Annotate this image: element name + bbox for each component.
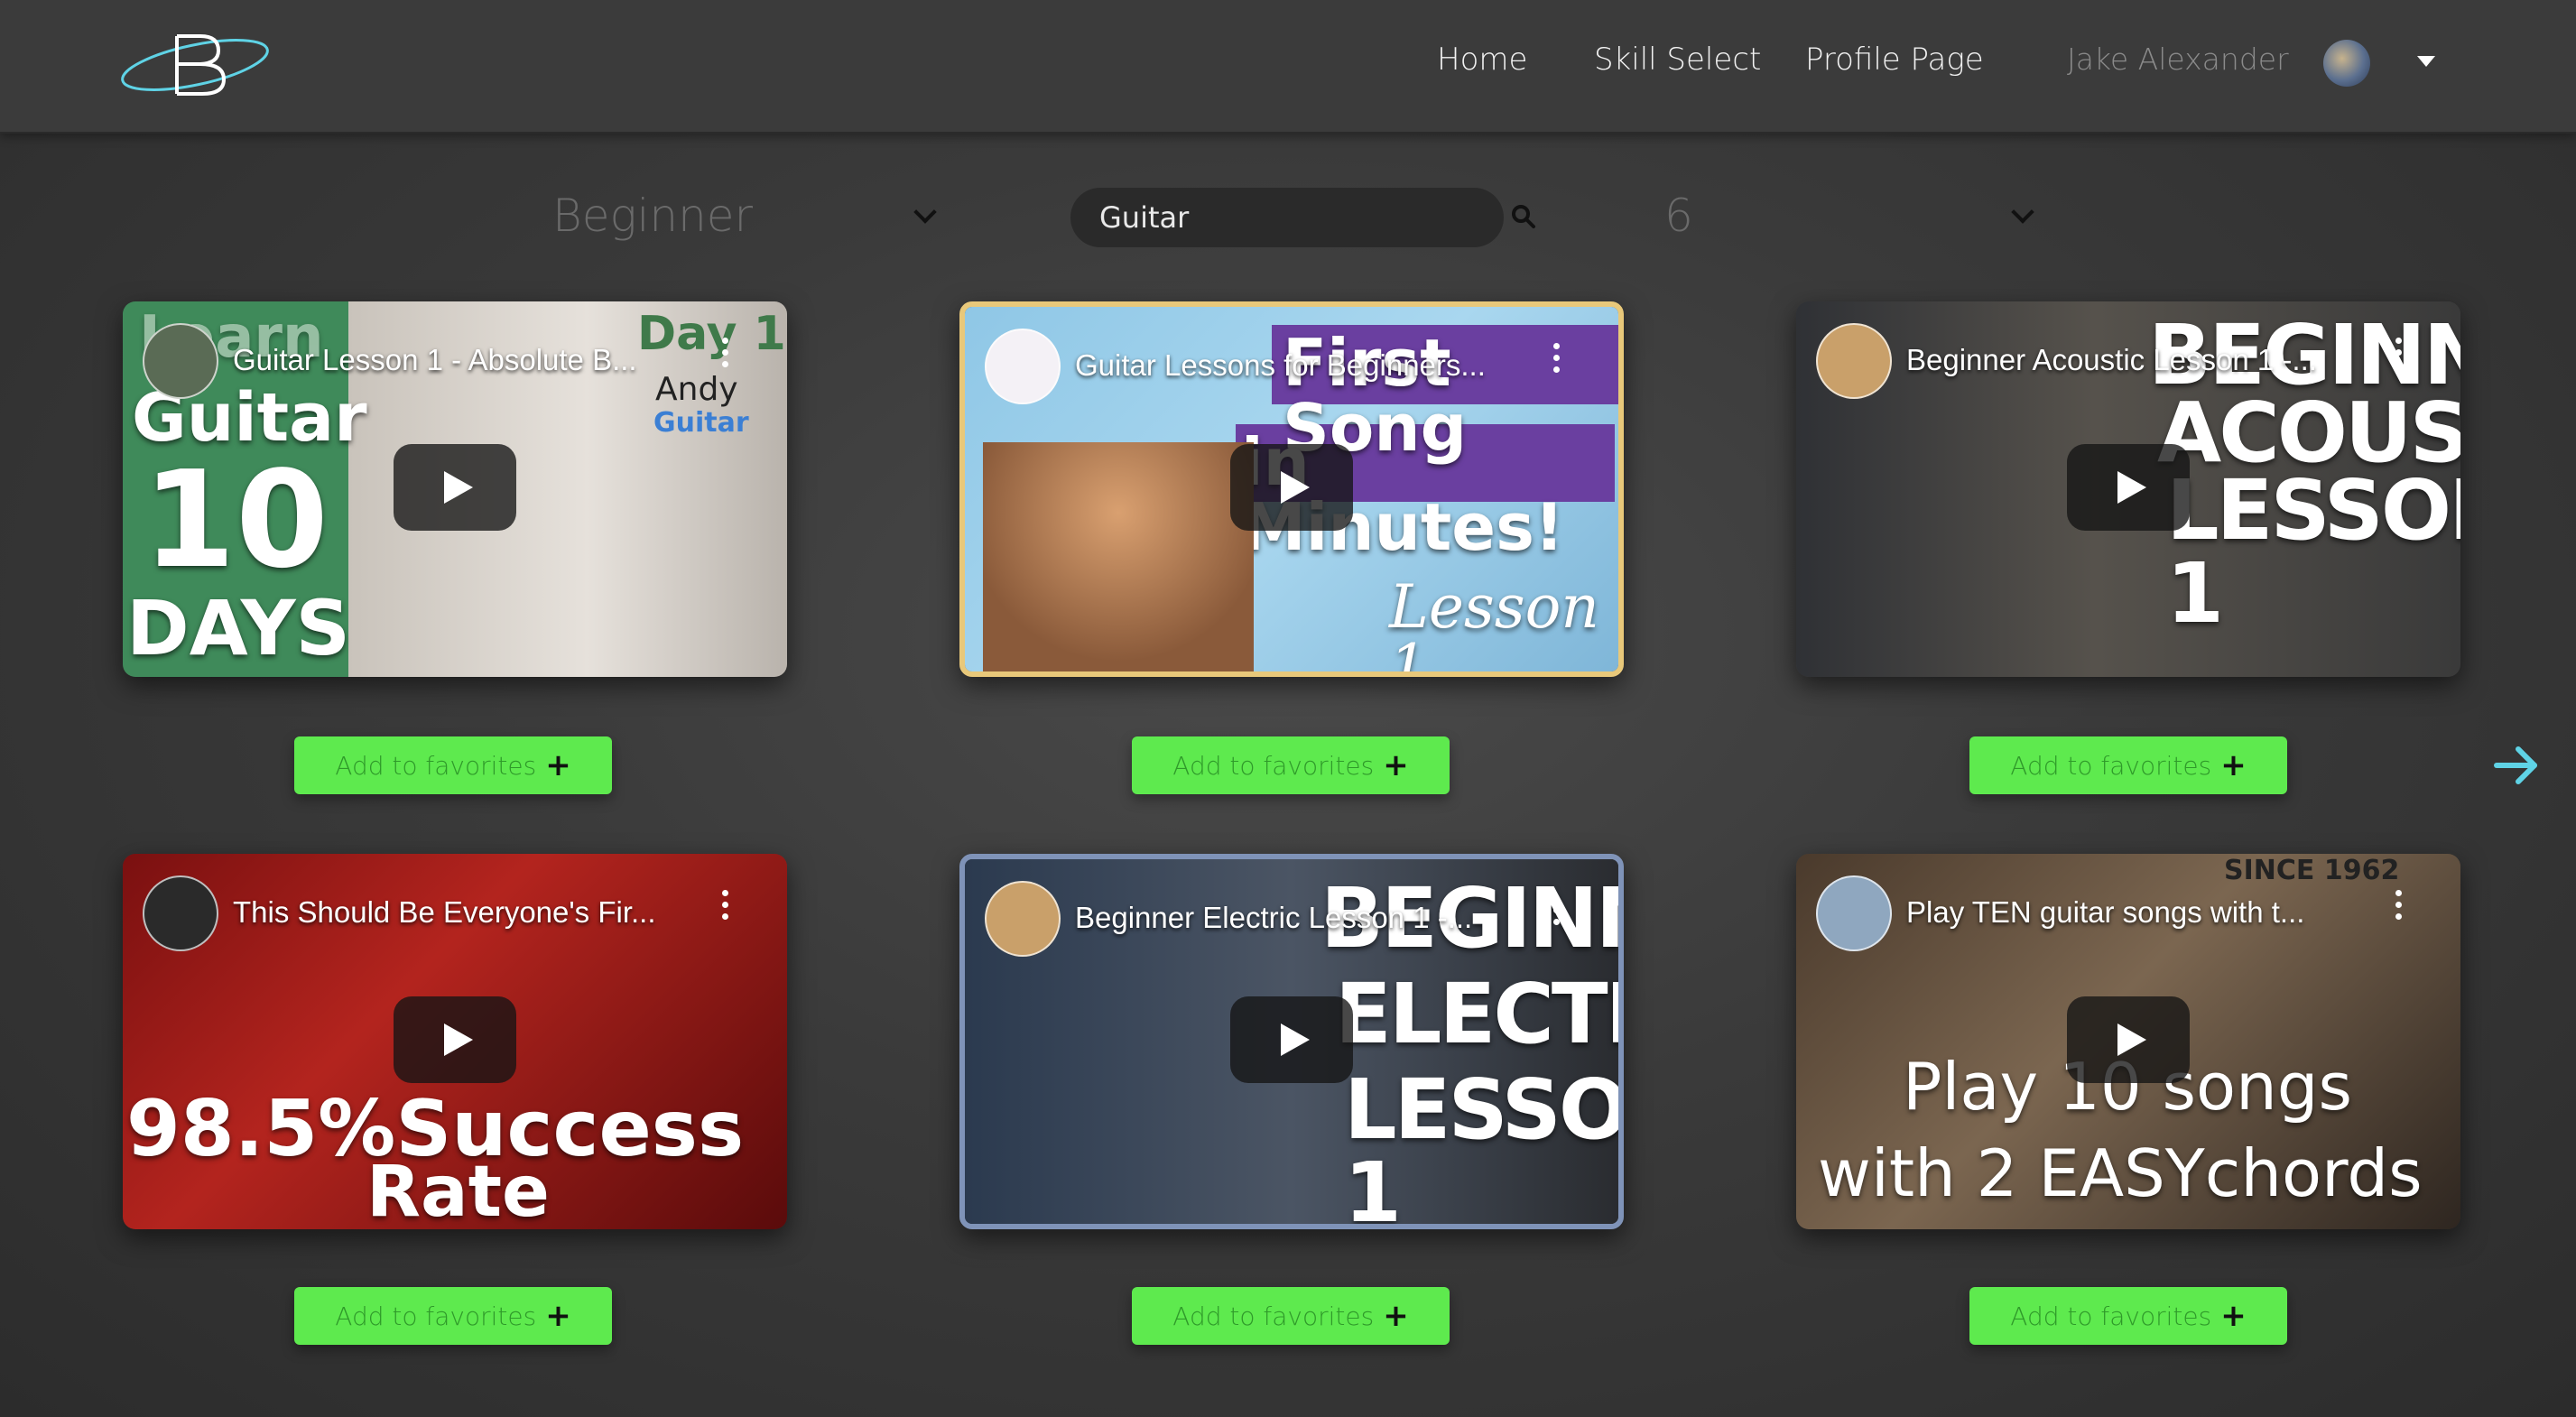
skill-level-select[interactable]: Beginner (552, 190, 753, 242)
add-to-favorites-button[interactable]: Add to favorites + (1969, 1287, 2287, 1345)
video-title[interactable]: This Should Be Everyone's Fir... (233, 895, 656, 930)
channel-avatar[interactable] (985, 329, 1061, 404)
video-title[interactable]: Guitar Lesson 1 - Absolute B... (233, 343, 637, 377)
thumb-text: Day 1 (637, 307, 786, 361)
chevron-down-icon[interactable] (913, 200, 937, 224)
add-to-favorites-button[interactable]: Add to favorites + (294, 736, 612, 794)
play-icon[interactable] (1230, 996, 1353, 1083)
channel-avatar[interactable] (143, 875, 218, 951)
nav-home-link[interactable]: Home (1437, 42, 1527, 78)
video-card[interactable]: Learn Guitar 10 DAYS Day 1 Andy Guitar G… (123, 301, 787, 677)
video-title[interactable]: Beginner Electric Lesson 1 -... (1075, 901, 1472, 935)
channel-avatar[interactable] (1816, 875, 1892, 951)
button-label: Add to favorites (1172, 1301, 1375, 1331)
chevron-down-icon[interactable] (2011, 200, 2034, 224)
channel-avatar[interactable] (1816, 323, 1892, 399)
more-vert-icon[interactable] (722, 338, 731, 373)
play-icon[interactable] (1230, 444, 1353, 531)
more-vert-icon[interactable] (722, 890, 731, 925)
play-icon[interactable] (394, 444, 516, 531)
video-card[interactable]: 98.5%Success Rate This Should Be Everyon… (123, 854, 787, 1229)
more-vert-icon[interactable] (2395, 890, 2405, 925)
plus-icon: + (2220, 1298, 2247, 1334)
button-label: Add to favorites (2010, 1301, 2212, 1331)
video-card[interactable]: SINCE 1962 Play 10 songs with 2 EASYchor… (1796, 854, 2460, 1229)
search-input[interactable] (1070, 188, 1504, 247)
thumb-text: SINCE 1962 (2224, 855, 2400, 886)
thumb-text: Rate (366, 1152, 550, 1229)
more-vert-icon[interactable] (1553, 895, 1562, 931)
thumb-text: Andy (655, 371, 738, 408)
nav-profile-page-link[interactable]: Profile Page (1805, 42, 1984, 78)
video-title[interactable]: Guitar Lessons for Beginners... (1075, 348, 1486, 383)
more-vert-icon[interactable] (2395, 338, 2405, 373)
video-card[interactable]: BEGINNER ACOUSTIC LESSON 1 Beginner Acou… (1796, 301, 2460, 677)
caret-down-icon[interactable] (2417, 56, 2435, 67)
thumb-text: Lesson 1 (1389, 572, 1599, 677)
thumb-text: 10 (143, 442, 329, 597)
channel-avatar[interactable] (985, 881, 1061, 957)
plus-icon: + (1383, 1298, 1409, 1334)
button-label: Add to favorites (335, 750, 537, 781)
more-vert-icon[interactable] (1553, 343, 1562, 378)
thumb-text: DAYS (126, 584, 351, 672)
button-label: Add to favorites (335, 1301, 537, 1331)
thumb-text: Guitar (653, 407, 749, 439)
button-label: Add to favorites (2010, 750, 2212, 781)
search-icon[interactable] (1511, 204, 1536, 229)
nav-skill-select-link[interactable]: Skill Select (1594, 42, 1761, 78)
add-to-favorites-button[interactable]: Add to favorites + (294, 1287, 612, 1345)
thumb-text: ELECTRIC (1335, 966, 1618, 1062)
plus-icon: + (545, 747, 571, 783)
username: Jake Alexander (2067, 42, 2289, 77)
arrow-right-icon[interactable] (2491, 740, 2542, 791)
thumb-text: LESSON 1 (2166, 462, 2460, 642)
thumb-text: LESSON 1 (1344, 1061, 1624, 1229)
video-title[interactable]: Play TEN guitar songs with t... (1906, 895, 2304, 930)
channel-avatar[interactable] (143, 323, 218, 399)
video-card[interactable]: First Song in Minutes! Lesson 1 Guitar L… (959, 301, 1624, 677)
play-icon[interactable] (394, 996, 516, 1083)
plus-icon: + (2220, 747, 2247, 783)
video-title[interactable]: Beginner Acoustic Lesson 1 -... (1906, 343, 2317, 377)
button-label: Add to favorites (1172, 750, 1375, 781)
logo-icon[interactable] (117, 25, 273, 103)
add-to-favorites-button[interactable]: Add to favorites + (1969, 736, 2287, 794)
add-to-favorites-button[interactable]: Add to favorites + (1132, 1287, 1450, 1345)
plus-icon: + (545, 1298, 571, 1334)
thumb-text: with 2 EASYchords (1818, 1135, 2423, 1211)
avatar[interactable] (2323, 40, 2370, 87)
result-count-select[interactable]: 6 (1664, 190, 1693, 242)
play-icon[interactable] (2067, 444, 2190, 531)
top-navbar: Home Skill Select Profile Page Jake Alex… (0, 0, 2576, 134)
add-to-favorites-button[interactable]: Add to favorites + (1132, 736, 1450, 794)
plus-icon: + (1383, 747, 1409, 783)
video-card[interactable]: BEGINNER ELECTRIC LESSON 1 Beginner Elec… (959, 854, 1624, 1229)
play-icon[interactable] (2067, 996, 2190, 1083)
